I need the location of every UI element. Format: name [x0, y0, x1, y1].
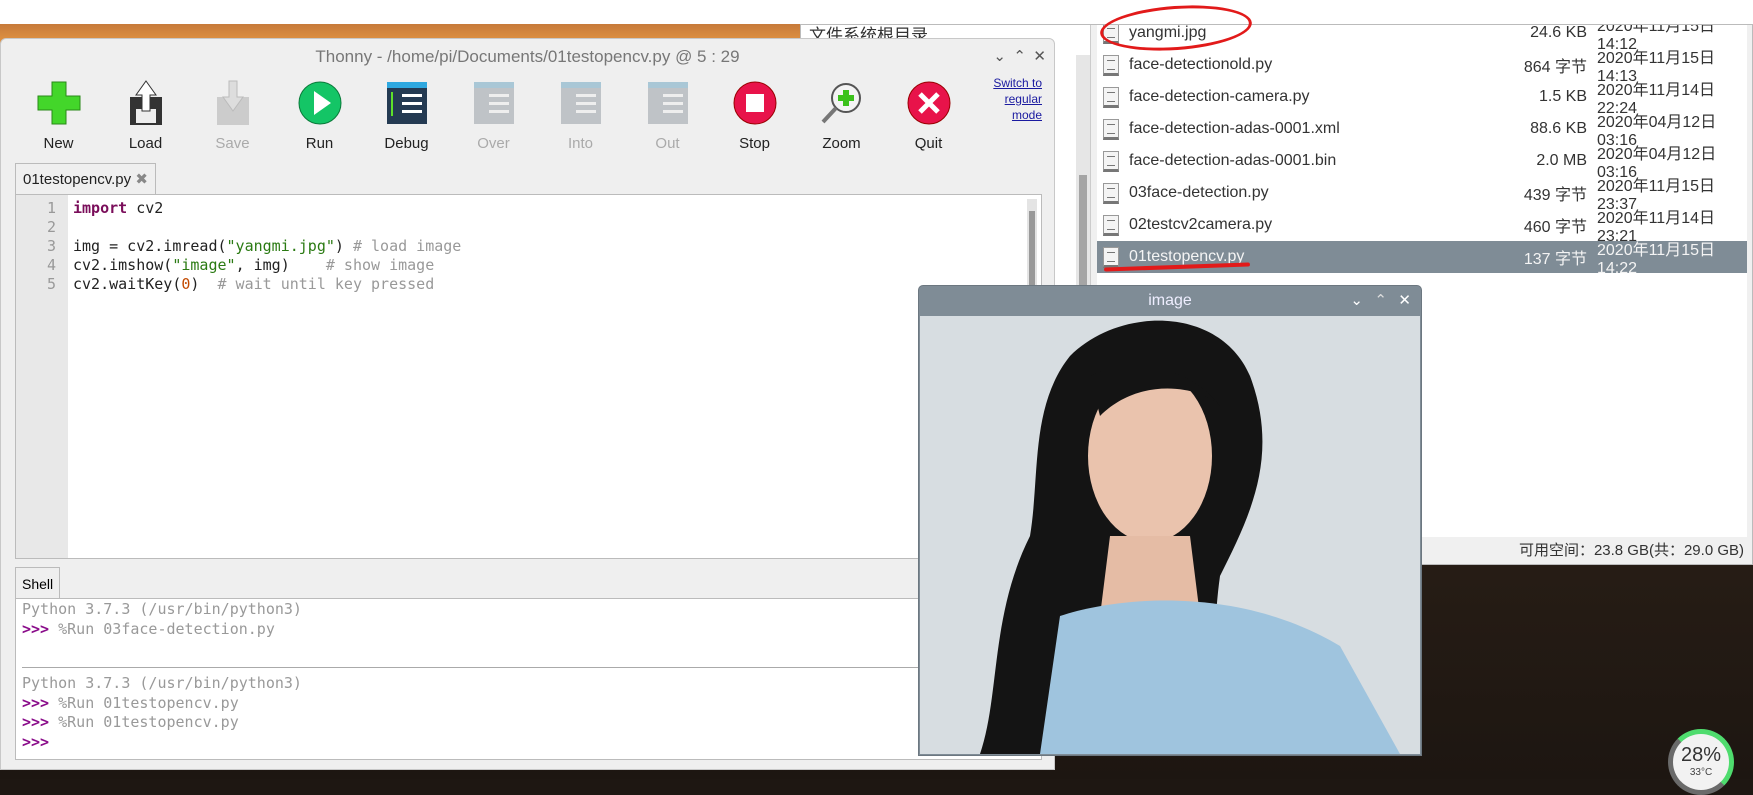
temperature-readout: 33°C	[1689, 767, 1713, 778]
close-button[interactable]: ✕	[1033, 39, 1046, 75]
minimize-button[interactable]: ⌄	[993, 39, 1006, 75]
window-title: Thonny - /home/pi/Documents/01testopencv…	[1, 39, 1054, 75]
image-window: image ⌄ ⌃ ✕	[918, 285, 1422, 756]
file-size: 864 字节	[1523, 59, 1587, 76]
zoom-label: Zoom	[822, 135, 861, 152]
file-name: face-detection-camera.py	[1129, 88, 1310, 105]
over-label: Over	[477, 135, 510, 152]
out-icon	[644, 79, 692, 127]
line-numbers: 12345	[16, 195, 68, 558]
load-button[interactable]: Load	[102, 75, 189, 152]
into-button[interactable]: Into	[537, 75, 624, 152]
stop-label: Stop	[739, 135, 770, 152]
file-size: 24.6 KB	[1530, 25, 1587, 41]
file-name: 03face-detection.py	[1129, 184, 1269, 201]
quit-button[interactable]: Quit	[885, 75, 972, 152]
text-file-icon	[1103, 182, 1119, 204]
text-file-icon	[1103, 246, 1119, 268]
quit-icon	[905, 79, 953, 127]
save-label: Save	[215, 135, 250, 152]
load-icon	[122, 79, 170, 127]
text-file-icon	[1103, 86, 1119, 108]
code-text[interactable]: import cv2 img = cv2.imread("yangmi.jpg"…	[73, 199, 461, 294]
over-button[interactable]: Over	[450, 75, 537, 152]
file-size: 460 字节	[1523, 219, 1587, 236]
into-label: Into	[567, 135, 594, 152]
zoom-icon	[818, 79, 866, 127]
load-label: Load	[128, 135, 163, 152]
file-size: 88.6 KB	[1530, 120, 1587, 137]
image-window-title: image ⌄ ⌃ ✕	[919, 286, 1421, 316]
file-size: 439 字节	[1523, 187, 1587, 204]
run-icon	[296, 79, 344, 127]
save-icon	[209, 79, 257, 127]
zoom-button[interactable]: Zoom	[798, 75, 885, 152]
over-icon	[470, 79, 518, 127]
debug-icon	[383, 79, 431, 127]
code-editor[interactable]: 12345 import cv2 img = cv2.imread("yangm…	[15, 194, 1042, 559]
out-button[interactable]: Out	[624, 75, 711, 152]
cpu-usage-gauge: 28% 33°C	[1668, 729, 1734, 795]
new-icon	[35, 79, 83, 127]
text-file-icon	[1103, 214, 1119, 236]
tab-01testopencv[interactable]: 01testopencv.py ✖	[15, 163, 156, 195]
switch-to-regular-mode-link[interactable]: Switch to regular mode	[993, 75, 1042, 123]
text-file-icon	[1103, 54, 1119, 76]
new-button[interactable]: New	[15, 75, 102, 152]
maximize-button[interactable]: ⌃	[1374, 286, 1387, 316]
save-button[interactable]: Save	[189, 75, 276, 152]
free-space-status: 可用空间：23.8 GB(共：29.0 GB)	[1518, 542, 1744, 559]
debug-label: Debug	[384, 135, 429, 152]
stop-button[interactable]: Stop	[711, 75, 798, 152]
file-name: face-detection-adas-0001.bin	[1129, 152, 1337, 169]
file-date: 2020年11月15日 14:22	[1597, 242, 1716, 277]
file-size: 137 字节	[1523, 251, 1587, 268]
thonny-window: Thonny - /home/pi/Documents/01testopencv…	[0, 38, 1055, 770]
toolbar: New Load Save Run Debug Over Into Out Stop Zoom Qu…	[15, 75, 972, 152]
file-name: face-detectionold.py	[1129, 56, 1273, 73]
run-button[interactable]: Run	[276, 75, 363, 152]
debug-button[interactable]: Debug	[363, 75, 450, 152]
binary-file-icon	[1103, 150, 1119, 172]
out-label: Out	[655, 135, 680, 152]
close-button[interactable]: ✕	[1398, 286, 1411, 316]
minimize-button[interactable]: ⌄	[1350, 286, 1363, 316]
file-size: 1.5 KB	[1538, 88, 1587, 105]
tab-shell[interactable]: Shell	[15, 567, 61, 599]
file-name: face-detection-adas-0001.xml	[1129, 120, 1340, 137]
file-size: 2.0 MB	[1536, 152, 1587, 169]
run-label: Run	[305, 135, 334, 152]
into-icon	[557, 79, 605, 127]
quit-label: Quit	[914, 135, 943, 152]
portrait-photo	[920, 316, 1420, 754]
stop-icon	[731, 79, 779, 127]
maximize-button[interactable]: ⌃	[1013, 39, 1026, 75]
close-tab-icon[interactable]: ✖	[135, 171, 148, 188]
file-name: 02testcv2camera.py	[1129, 216, 1273, 233]
shell-console[interactable]: Python 3.7.3 (/usr/bin/python3) >>> %Run …	[15, 598, 1042, 760]
xml-file-icon	[1103, 118, 1119, 140]
file-name: 01testopencv.py	[1129, 248, 1245, 265]
new-label: New	[43, 135, 74, 152]
